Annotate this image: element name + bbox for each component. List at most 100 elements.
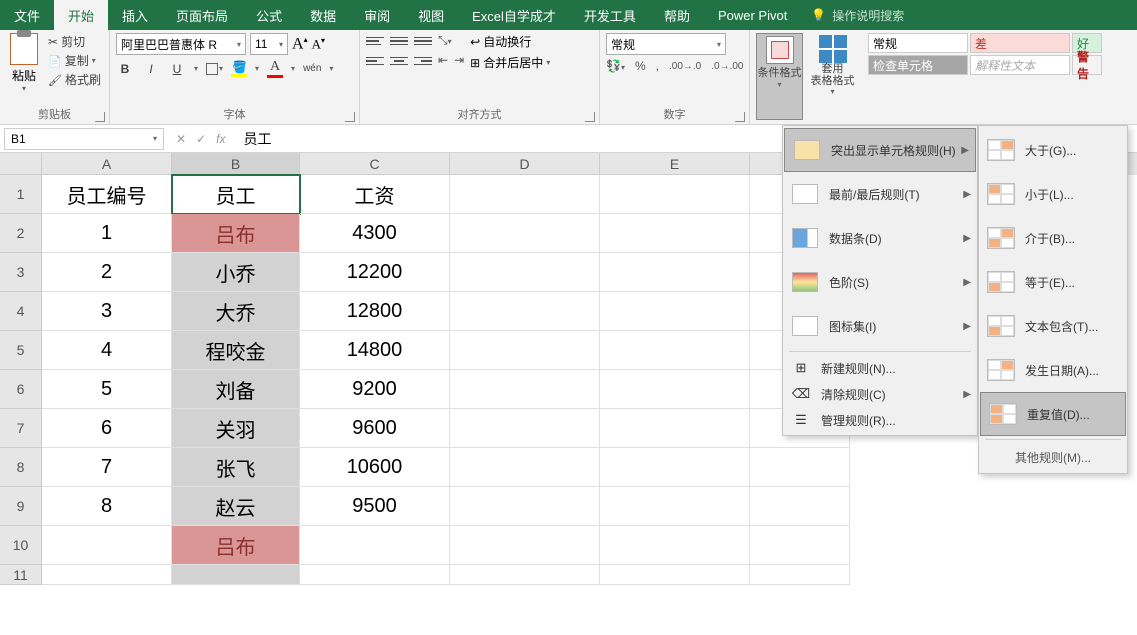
cell-D2[interactable] bbox=[450, 214, 600, 253]
select-all-corner[interactable] bbox=[0, 153, 42, 175]
increase-decimal-button[interactable]: .00→.0 bbox=[669, 61, 701, 72]
row-header[interactable]: 4 bbox=[0, 292, 42, 331]
row-header[interactable]: 9 bbox=[0, 487, 42, 526]
tab-powerpivot[interactable]: Power Pivot bbox=[704, 0, 801, 30]
row-header[interactable]: 1 bbox=[0, 175, 42, 214]
decrease-indent-button[interactable]: ⇤ bbox=[438, 53, 448, 69]
decrease-decimal-button[interactable]: .0→.00 bbox=[711, 61, 743, 72]
cell-C8[interactable]: 10600 bbox=[300, 448, 450, 487]
submenu-duplicate-values[interactable]: 重复值(D)... bbox=[980, 392, 1126, 436]
cell-E5[interactable] bbox=[600, 331, 750, 370]
col-header-b[interactable]: B bbox=[172, 153, 300, 175]
cell-D10[interactable] bbox=[450, 526, 600, 565]
dialog-launcher-icon[interactable] bbox=[585, 112, 595, 122]
tab-file[interactable]: 文件 bbox=[0, 0, 54, 30]
tell-me-search[interactable]: 💡操作说明搜索 bbox=[811, 0, 904, 30]
cell-C6[interactable]: 9200 bbox=[300, 370, 450, 409]
merge-center-button[interactable]: ⊞合并后居中▾ bbox=[470, 54, 550, 71]
border-button[interactable]: ▾ bbox=[206, 63, 223, 75]
cell-A8[interactable]: 7 bbox=[42, 448, 172, 487]
cell-D6[interactable] bbox=[450, 370, 600, 409]
align-middle-button[interactable] bbox=[390, 33, 408, 49]
submenu-between[interactable]: 介于(B)... bbox=[979, 216, 1127, 260]
cut-button[interactable]: 剪切 bbox=[48, 33, 101, 50]
font-name-combo[interactable]: 阿里巴巴普惠体 R▾ bbox=[116, 33, 246, 55]
comma-button[interactable]: , bbox=[656, 59, 659, 73]
wrap-text-button[interactable]: ↩自动换行 bbox=[470, 33, 550, 50]
menu-manage-rules[interactable]: ☰管理规则(R)... bbox=[783, 407, 977, 433]
bold-button[interactable]: B bbox=[116, 62, 134, 76]
col-header-e[interactable]: E bbox=[600, 153, 750, 175]
cell-A11[interactable]: ​ bbox=[42, 565, 172, 585]
cell-B4[interactable]: 大乔 bbox=[172, 292, 300, 331]
col-header-a[interactable]: A bbox=[42, 153, 172, 175]
row-header[interactable]: 6 bbox=[0, 370, 42, 409]
cell-F11[interactable] bbox=[750, 565, 850, 585]
menu-highlight-rules[interactable]: 突出显示单元格规则(H)▶ bbox=[784, 128, 976, 172]
cell-E11[interactable] bbox=[600, 565, 750, 585]
col-header-d[interactable]: D bbox=[450, 153, 600, 175]
cell-A6[interactable]: 5 bbox=[42, 370, 172, 409]
cell-A1[interactable]: 员工编号 bbox=[42, 175, 172, 214]
tab-formulas[interactable]: 公式 bbox=[242, 0, 296, 30]
align-left-button[interactable] bbox=[366, 53, 384, 69]
format-as-table-button[interactable]: 套用 表格格式▾ bbox=[809, 33, 856, 120]
submenu-greater-than[interactable]: 大于(G)... bbox=[979, 128, 1127, 172]
menu-new-rule[interactable]: ⊞新建规则(N)... bbox=[783, 355, 977, 381]
cancel-icon[interactable]: ✕ bbox=[176, 132, 186, 146]
cell-C5[interactable]: 14800 bbox=[300, 331, 450, 370]
cell-D3[interactable] bbox=[450, 253, 600, 292]
submenu-date-occurring[interactable]: 发生日期(A)... bbox=[979, 348, 1127, 392]
tab-insert[interactable]: 插入 bbox=[108, 0, 162, 30]
row-header[interactable]: 3 bbox=[0, 253, 42, 292]
cell-E2[interactable] bbox=[600, 214, 750, 253]
menu-icon-sets[interactable]: 图标集(I)▶ bbox=[783, 304, 977, 348]
cell-E8[interactable] bbox=[600, 448, 750, 487]
cell-A7[interactable]: 6 bbox=[42, 409, 172, 448]
cell-B10[interactable]: 吕布 bbox=[172, 526, 300, 565]
dialog-launcher-icon[interactable] bbox=[95, 112, 105, 122]
cell-B6[interactable]: 刘备 bbox=[172, 370, 300, 409]
cell-E6[interactable] bbox=[600, 370, 750, 409]
cell-C11[interactable] bbox=[300, 565, 450, 585]
style-warning[interactable]: 警告 bbox=[1072, 55, 1102, 75]
orientation-button[interactable]: ⤡▾ bbox=[438, 33, 452, 49]
increase-font-icon[interactable]: A▴ bbox=[292, 35, 308, 53]
accounting-format-button[interactable]: 💱▾ bbox=[606, 59, 625, 73]
cell-D8[interactable] bbox=[450, 448, 600, 487]
cell-D9[interactable] bbox=[450, 487, 600, 526]
tab-help[interactable]: 帮助 bbox=[650, 0, 704, 30]
tab-developer[interactable]: 开发工具 bbox=[570, 0, 650, 30]
cell-A5[interactable]: 4 bbox=[42, 331, 172, 370]
cell-F8[interactable] bbox=[750, 448, 850, 487]
name-box[interactable]: B1▾ bbox=[4, 128, 164, 150]
row-header[interactable]: 5 bbox=[0, 331, 42, 370]
phonetic-button[interactable]: wén bbox=[303, 63, 321, 74]
cell-B1[interactable]: 员工 bbox=[172, 175, 300, 214]
cell-E3[interactable] bbox=[600, 253, 750, 292]
cell-E10[interactable] bbox=[600, 526, 750, 565]
style-explanatory[interactable]: 解释性文本 bbox=[970, 55, 1070, 75]
cell-A2[interactable]: 1 bbox=[42, 214, 172, 253]
cell-A9[interactable]: 8 bbox=[42, 487, 172, 526]
cell-C2[interactable]: 4300 bbox=[300, 214, 450, 253]
cell-A4[interactable]: 3 bbox=[42, 292, 172, 331]
tab-review[interactable]: 审阅 bbox=[350, 0, 404, 30]
cell-A10[interactable] bbox=[42, 526, 172, 565]
cell-D5[interactable] bbox=[450, 331, 600, 370]
italic-button[interactable]: I bbox=[142, 62, 160, 76]
cell-F10[interactable] bbox=[750, 526, 850, 565]
cell-C7[interactable]: 9600 bbox=[300, 409, 450, 448]
cell-B3[interactable]: 小乔 bbox=[172, 253, 300, 292]
cell-C9[interactable]: 9500 bbox=[300, 487, 450, 526]
style-bad[interactable]: 差 bbox=[970, 33, 1070, 53]
submenu-text-contains[interactable]: 文本包含(T)... bbox=[979, 304, 1127, 348]
cell-D11[interactable] bbox=[450, 565, 600, 585]
align-bottom-button[interactable] bbox=[414, 33, 432, 49]
tab-data[interactable]: 数据 bbox=[296, 0, 350, 30]
cell-E7[interactable] bbox=[600, 409, 750, 448]
copy-button[interactable]: 复制▾ bbox=[48, 52, 101, 69]
cell-B9[interactable]: 赵云 bbox=[172, 487, 300, 526]
font-size-combo[interactable]: 11▾ bbox=[250, 33, 288, 55]
cell-B2[interactable]: 吕布 bbox=[172, 214, 300, 253]
